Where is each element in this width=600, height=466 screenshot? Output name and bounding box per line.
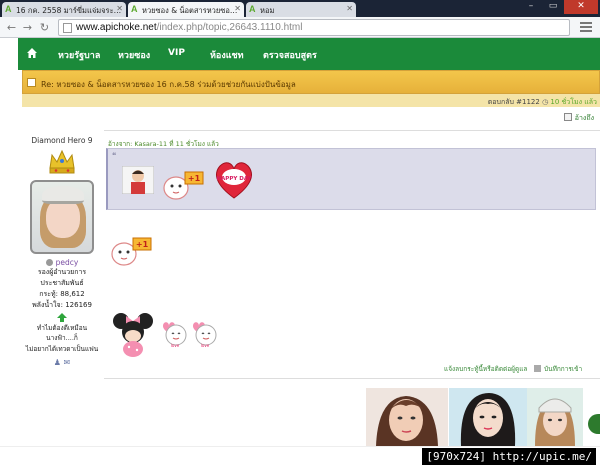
quote-mark-icon: ❝ [112,151,117,160]
minnie-mouse-sticker [113,313,153,357]
signature-photo [449,388,527,446]
reply-number[interactable]: ตอบกลับ #1122 [488,98,540,106]
member-title: รองผู้อำนวยการประชาสัมพันธ์ [37,268,87,287]
member-rank: Diamond Hero 9 [31,136,93,145]
sticker-plus-label: +1 [188,174,201,183]
tab-close-icon[interactable]: ✕ [346,4,353,13]
site-navbar: หวยรัฐบาล หวยซอง VIP ห้องแชท ตรวจสอบสูตร [18,38,600,70]
nav-item-chat-room[interactable]: ห้องแชท [210,48,244,62]
maximize-icon[interactable]: ▭ [542,0,564,14]
back-arrow-icon[interactable]: ← [4,20,19,35]
browser-menu-icon[interactable] [580,22,592,33]
browser-toolbar: ← → ↻ www.apichoke.net/index.php/topic,2… [0,17,600,38]
browser-tab-bar: A 16 กค. 2558 มาร์ขี่มแจ่มจระ… ✕ A หวยซอ… [0,0,600,17]
tab-title: หวยซอง & น็อตสารหวยซอ… [142,6,238,15]
author-panel: Diamond Hero 9 pedcy รองผู้อำนวยการประชา… [22,134,102,367]
image-host-watermark: [970x724] http://upic.me/ [422,448,596,465]
home-icon[interactable] [26,47,38,59]
reply-time: 10 ชั่วโมง แล้ว [550,98,597,106]
url-path: /index.php/topic,26643.1110.html [156,22,303,33]
ip-icon [534,365,541,372]
sticker-plus-label: +1 [136,240,149,249]
forward-arrow-icon[interactable]: → [20,20,35,35]
avatar[interactable] [30,180,94,254]
site-favicon-icon: A [5,4,12,14]
browser-tab-active[interactable]: A หวยซอง & น็อตสารหวยซอ… ✕ [128,2,244,17]
clock-icon: ◷ [542,98,549,106]
quote-icon [563,113,572,121]
plus-one-sticker: +1 [111,237,152,266]
tab-close-icon[interactable]: ✕ [116,4,123,13]
tab-close-icon[interactable]: ✕ [234,4,241,13]
profile-icons: ♟ ✉ [22,358,102,367]
url-host: www.apichoke.net [76,22,157,33]
post-count: กระทู้: 88,612 [39,290,85,298]
svg-text:love: love [171,343,180,348]
window-close-icon[interactable]: ✕ [564,0,598,14]
nav-item-government-lottery[interactable]: หวยรัฐบาล [58,48,100,62]
signature-line: ไม่อยากได้เทวดาเป็นแฟน [25,345,99,353]
window-controls: – ▭ ✕ [520,0,598,14]
love-face-sticker: love [193,322,217,348]
nav-item-vip[interactable]: VIP [168,48,185,58]
plus-one-sticker: +1 [163,171,204,200]
happy-day-heart-sticker: HAPPY DAY [216,162,253,199]
signature-photo [366,388,448,446]
divider [104,378,600,379]
browser-tab[interactable]: A 16 กค. 2558 มาร์ขี่มแจ่มจระ… ✕ [2,2,126,17]
report-to-moderator-link[interactable]: แจ้งลบกระทู้นี้หรือติดต่อผู้ดูแล [444,364,527,374]
love-face-sticker: love [163,322,187,348]
signature-photo [527,388,583,446]
logged-ip-link[interactable]: บันทึกการเข้า [534,364,582,374]
topic-title[interactable]: Re: หวยซอง & น็อตสารหวยซอง 16 ก.ค.58 ร่ว… [41,78,296,91]
minimize-icon[interactable]: – [520,0,542,14]
nav-item-envelope-lottery[interactable]: หวยซอง [118,48,150,62]
address-bar[interactable]: www.apichoke.net/index.php/topic,26643.1… [58,19,570,36]
svg-text:love: love [201,343,210,348]
signature-line: ทำไมต้องดีเหมือนนางฟ้า....ก็ [36,324,88,342]
nav-item-check-formula[interactable]: ตรวจสอบสูตร [263,48,317,62]
tab-title: 16 กค. 2558 มาร์ขี่มแจ่มจระ… [16,6,122,15]
username[interactable]: pedcy [22,258,102,267]
status-strip: [970x724] http://upic.me/ [0,446,600,466]
browser-tab[interactable]: A หอม ✕ [246,2,356,17]
reply-meta: ตอบกลับ #1122 ◷ 10 ชั่วโมง แล้ว [488,97,597,108]
page-viewport: หวยรัฐบาล หวยซอง VIP ห้องแชท ตรวจสอบสูตร… [0,38,600,446]
quote-button[interactable]: อ้างถึง [563,113,594,124]
topic-title-bar: Re: หวยซอง & น็อตสารหวยซอง 16 ก.ค.58 ร่ว… [22,70,600,94]
topic-icon [27,78,36,87]
page-icon [63,23,72,33]
crown-icon [49,149,75,174]
user-status-icon [45,259,53,266]
site-favicon-icon: A [131,4,138,14]
sticker-heart-text: HAPPY DAY [216,176,252,182]
profile-icon[interactable]: ♟ [54,358,61,367]
thumbnail-image[interactable] [122,166,154,194]
divider [104,130,600,131]
quote-label: อ้างถึง [574,114,594,122]
reload-icon[interactable]: ↻ [37,20,52,35]
site-favicon-icon: A [249,4,256,14]
karma-count: พลังน้ำใจ: 126169 [32,301,92,309]
message-icon[interactable]: ✉ [64,358,71,367]
tab-title: หอม [260,6,275,15]
scroll-button[interactable] [588,414,600,434]
